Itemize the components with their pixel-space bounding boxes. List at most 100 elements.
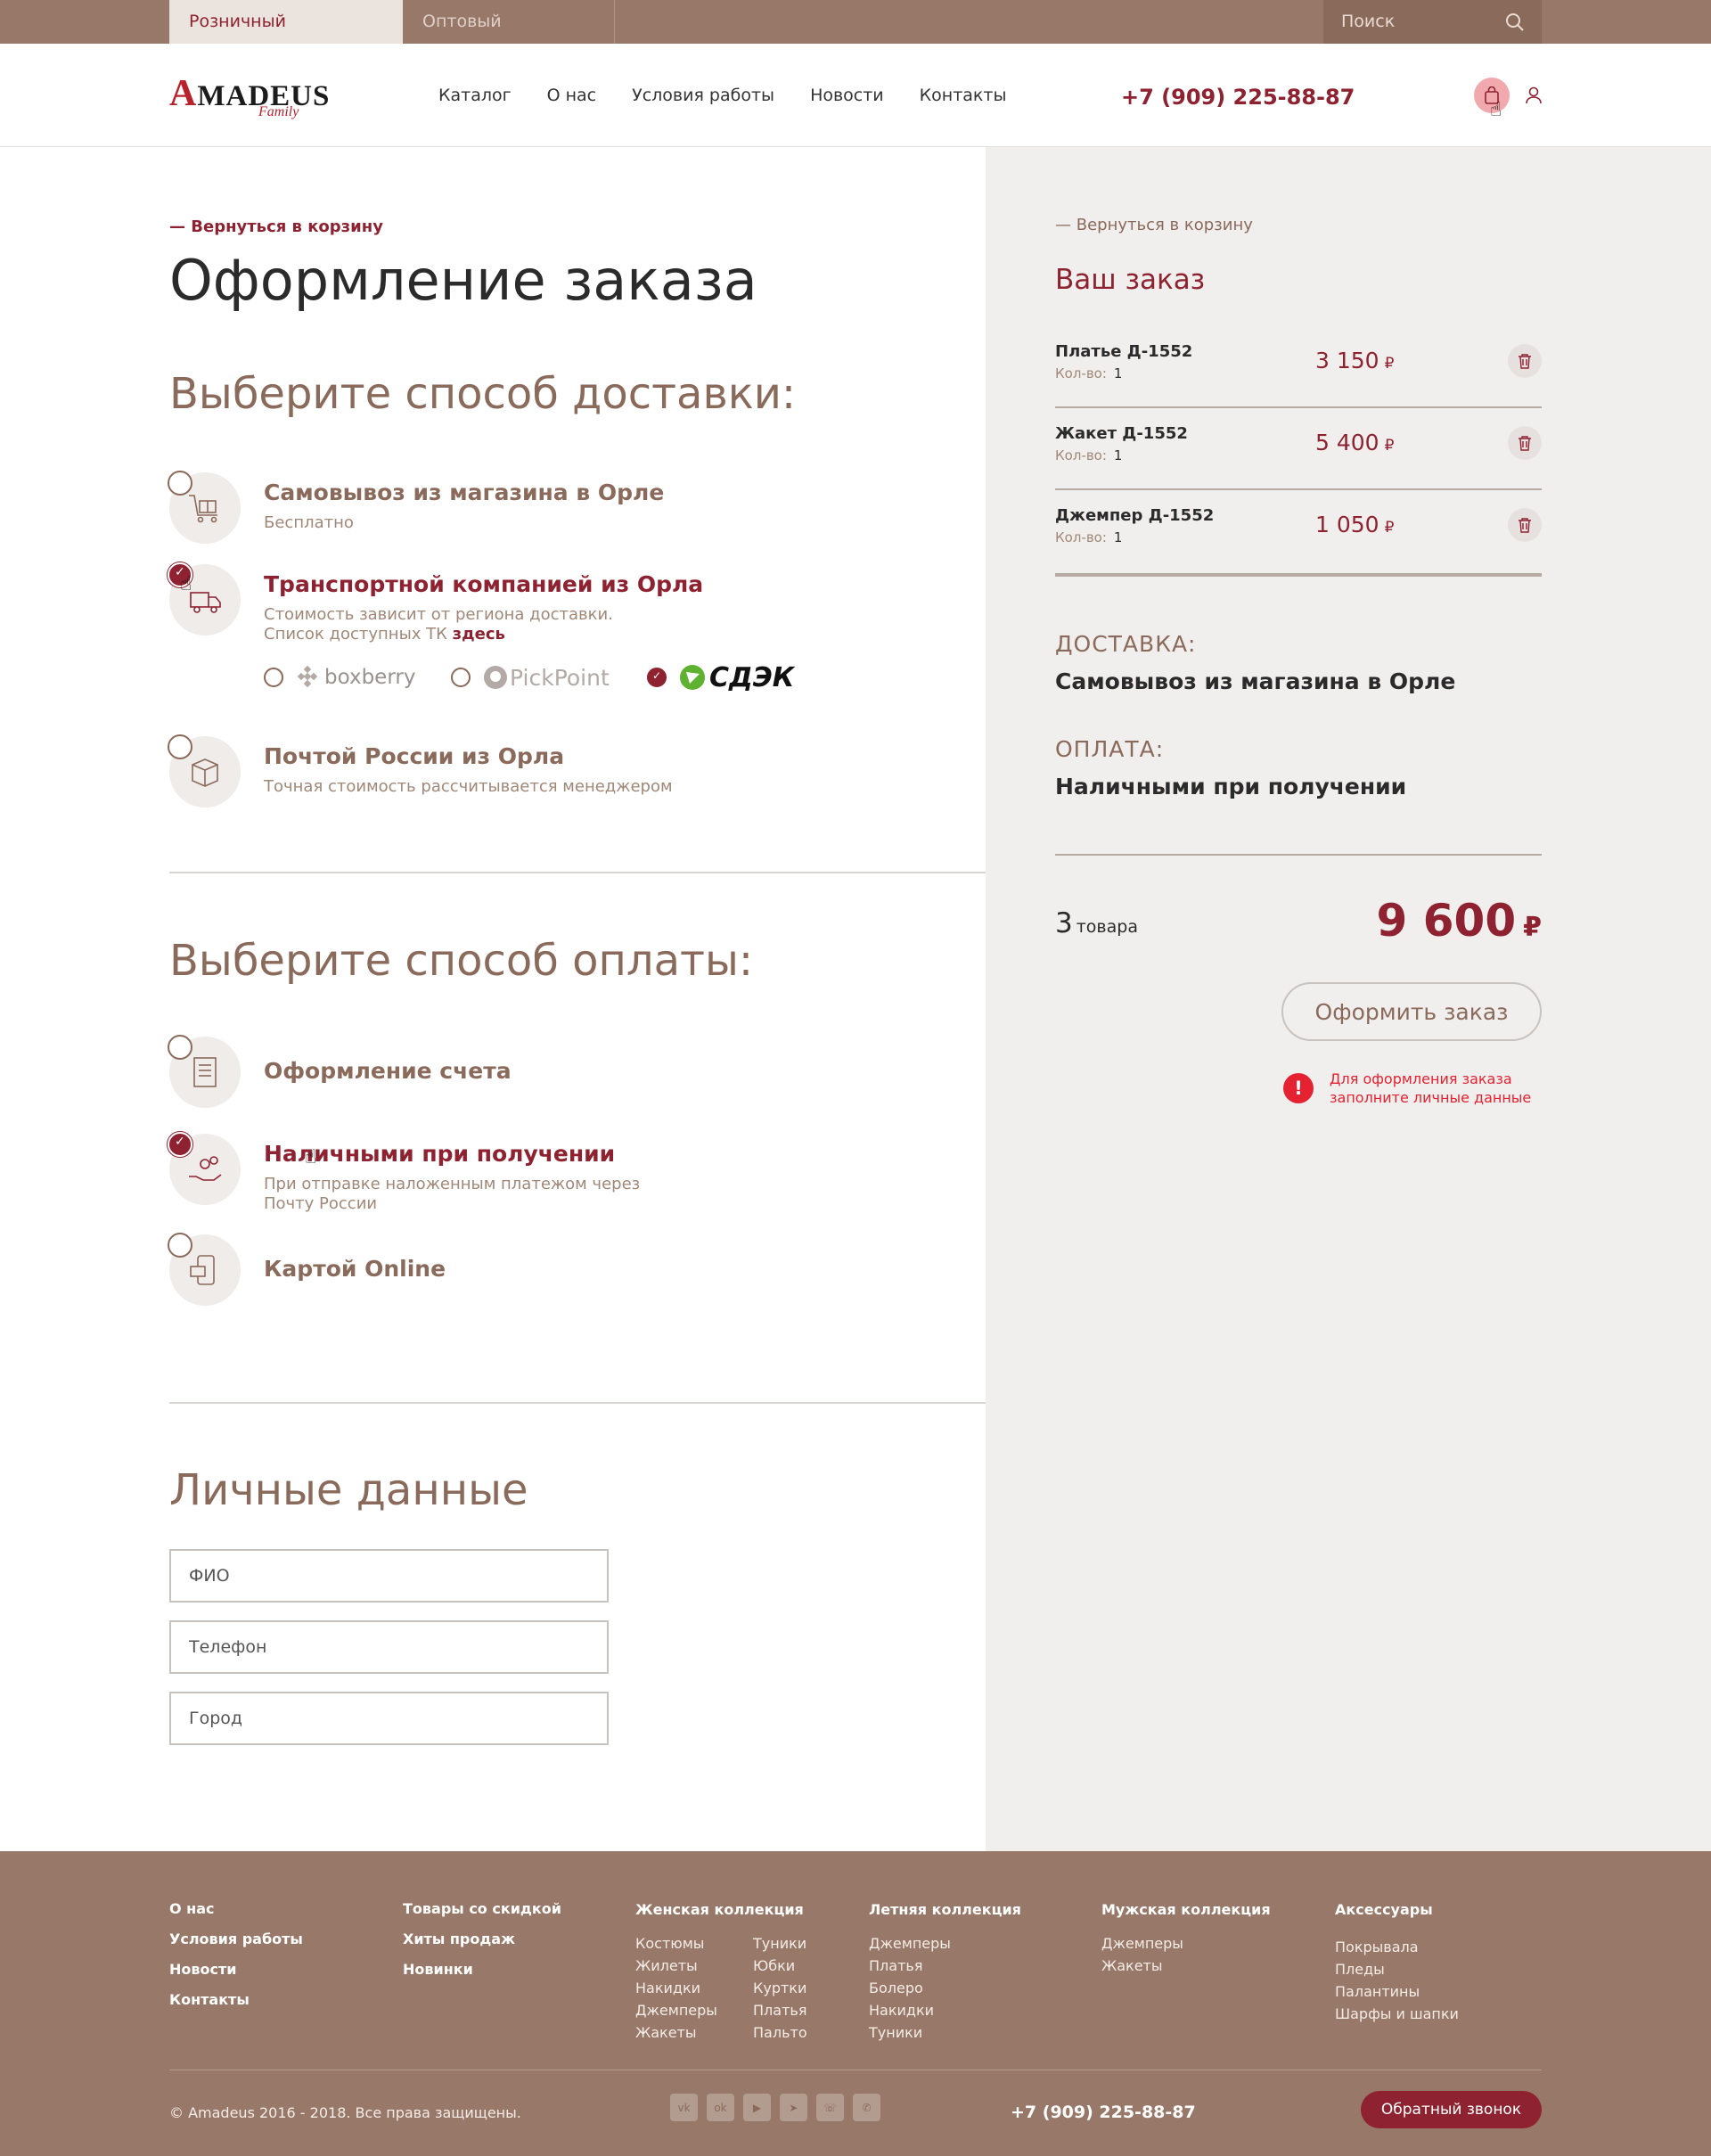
whatsapp-icon[interactable]: ✆ [853,2094,880,2121]
footer-link[interactable]: Хиты продаж [403,1924,561,1955]
callback-button[interactable]: Обратный звонок [1361,2091,1542,2128]
delete-item-button[interactable] [1508,344,1542,378]
carrier-cdek-radio[interactable] [647,668,667,687]
delete-item-button[interactable] [1508,426,1542,460]
delivery-option-pickup[interactable]: Самовывоз из магазина в Орле Бесплатно [168,471,936,544]
footer-link[interactable]: Товары со скидкой [403,1894,561,1924]
viber-icon[interactable]: ☏ [816,2094,844,2121]
footer-link[interactable]: Новинки [403,1955,561,1985]
footer-link[interactable]: Джемперы [635,1999,753,2021]
nav-terms[interactable]: Условия работы [632,86,774,105]
footer-link[interactable]: О нас [169,1894,303,1924]
pointer-cursor-icon: ☝ [1490,99,1502,121]
footer-link[interactable]: Костюмы [635,1932,753,1955]
search-icon[interactable] [1505,12,1524,31]
count-value: 3 [1055,907,1073,939]
footer-col-title[interactable]: Женская коллекция [635,1901,807,1918]
footer-link[interactable]: Жакеты [635,2021,753,2044]
city-field[interactable] [169,1692,609,1745]
footer-col-women: Женская коллекция Костюмы Жилеты Накидки… [635,1894,807,2044]
back-to-cart-link[interactable]: — Вернуться в корзину [169,217,383,236]
carrier-boxberry-radio[interactable] [264,668,283,687]
phone-field[interactable] [169,1620,609,1674]
payment-option-cash[interactable]: Наличными при получении ☝ При отправке н… [168,1132,936,1213]
delivery-option-transport[interactable]: ☝ Транспортной компанией из Орла Стоимос… [168,562,936,644]
footer-link[interactable]: Платья [753,1999,807,2021]
footer-link[interactable]: Накидки [635,1977,753,1999]
carrier-cdek[interactable]: СДЭК [647,660,794,695]
payment-invoice-radio[interactable] [168,1035,192,1060]
qty-value: 1 [1113,529,1123,545]
footer-link[interactable]: Покрывала [1335,1936,1459,1958]
city-input[interactable] [171,1693,607,1743]
carrier-pickpoint-radio[interactable] [451,668,471,687]
delivery-option-title: Почтой России из Орла [264,743,565,769]
social-links: vk ok ▶ ➤ ☏ ✆ [670,2094,889,2121]
delivery-option-post[interactable]: Почтой России из Орла Точная стоимость р… [168,734,936,807]
logo[interactable]: AMADEUS Family [169,70,329,126]
payment-option-card[interactable]: Картой Online [168,1233,936,1306]
payment-cash-radio[interactable] [168,1132,192,1157]
footer-col-title[interactable]: Летняя коллекция [869,1901,1021,1918]
delivery-post-radio[interactable] [168,734,192,759]
vk-icon[interactable]: vk [670,2094,698,2121]
footer-link[interactable]: Джемперы [869,1932,1021,1955]
footer-link[interactable]: Платья [869,1955,1021,1977]
tab-retail[interactable]: Розничный покупатель [169,0,403,75]
nav-news[interactable]: Новости [810,86,884,105]
footer-link[interactable]: Пледы [1335,1958,1459,1980]
footer-link[interactable]: Накидки [869,1999,1021,2021]
user-icon[interactable] [1526,86,1542,104]
payment-option-invoice[interactable]: Оформление счета [168,1035,936,1108]
delete-item-button[interactable] [1508,508,1542,542]
gift-cart-icon [189,495,217,523]
footer-link[interactable]: Контакты [169,1985,303,2015]
back-to-cart-link[interactable]: — Вернуться в корзину [1055,216,1253,234]
items-divider [1055,573,1542,577]
warning-line1: Для оформления заказа [1330,1070,1512,1087]
odnoklassniki-icon[interactable]: ok [707,2094,734,2121]
carriers-list-link[interactable]: здесь [453,625,505,644]
footer-col-title[interactable]: Мужская коллекция [1101,1901,1271,1918]
delivery-desc-line1: Стоимость зависит от региона доставки. [264,605,613,624]
search-input[interactable]: Поиск [1341,0,1395,44]
delivery-pickup-radio[interactable] [168,471,192,496]
payment-option-desc: При отправке наложенным платежом через По… [264,1175,640,1214]
footer-link[interactable]: Болеро [869,1977,1021,1999]
fio-field[interactable] [169,1549,609,1603]
search-box[interactable]: Поиск [1323,0,1542,44]
delivery-option-desc: Точная стоимость рассчитывается менеджер… [264,777,673,796]
carrier-pickpoint[interactable]: PickPoint [451,660,610,695]
footer-link[interactable]: Новости [169,1955,303,1985]
footer-link[interactable]: Юбки [753,1955,807,1977]
place-order-button[interactable]: Оформить заказ [1281,982,1542,1041]
footer-col-title[interactable]: Аксессуары [1335,1901,1459,1918]
youtube-icon[interactable]: ▶ [743,2094,771,2121]
footer-link[interactable]: Туники [753,1932,807,1955]
warning-line2: заполните личные данные [1330,1089,1532,1106]
nav-contacts[interactable]: Контакты [920,86,1007,105]
footer-link[interactable]: Палантины [1335,1980,1459,2003]
telegram-icon[interactable]: ➤ [780,2094,807,2121]
footer-col-info: О нас Условия работы Новости Контакты [169,1894,303,2015]
footer-link[interactable]: Условия работы [169,1924,303,1955]
footer-phone[interactable]: +7 (909) 225-88-87 [1011,2103,1196,2122]
fio-input[interactable] [171,1551,607,1601]
footer-link[interactable]: Туники [869,2021,1021,2044]
footer-link[interactable]: Шарфы и шапки [1335,2003,1459,2025]
tab-wholesale[interactable]: Оптовый покупатель [403,0,615,75]
pointer-cursor-icon: ☝ [180,573,192,595]
footer-link[interactable]: Пальто [753,2021,807,2044]
payment-desc-line1: При отправке наложенным платежом через [264,1175,641,1193]
footer-link[interactable]: Жилеты [635,1955,753,1977]
payment-card-radio[interactable] [168,1233,192,1258]
phone-input[interactable] [171,1622,607,1672]
nav-about[interactable]: О нас [547,86,597,105]
order-title: Ваш заказ [1055,264,1206,296]
header-phone[interactable]: +7 (909) 225-88-87 [1121,85,1355,110]
footer-link[interactable]: Джемперы [1101,1932,1271,1955]
nav-catalog[interactable]: Каталог [438,86,512,105]
footer-link[interactable]: Куртки [753,1977,807,1999]
carrier-boxberry[interactable]: boxberry [264,660,415,695]
footer-link[interactable]: Жакеты [1101,1955,1271,1977]
